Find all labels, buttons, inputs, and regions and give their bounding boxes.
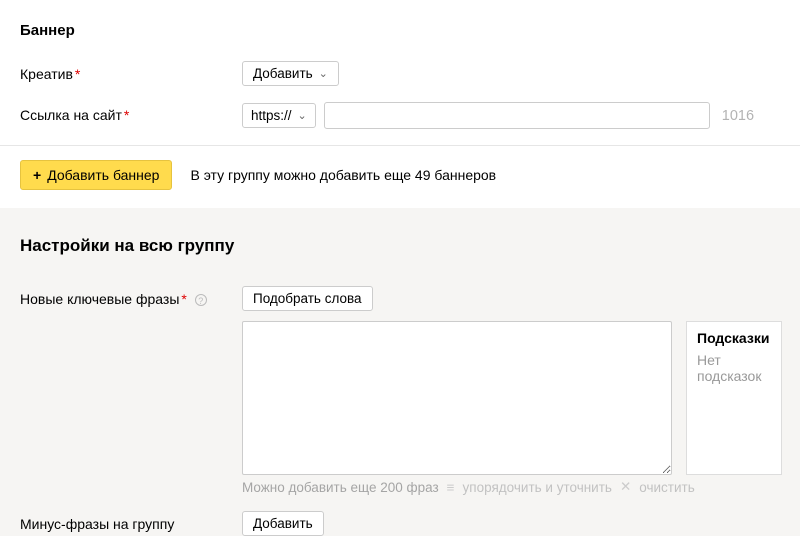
required-marker: * [75,66,80,82]
sort-refine-link[interactable]: упорядочить и уточнить [463,480,612,495]
keywords-label: Новые ключевые фразы* ? [20,286,242,307]
site-link-label: Ссылка на сайт* [20,102,242,123]
keywords-row: Новые ключевые фразы* ? Подобрать слова … [20,286,800,495]
hints-panel: Подсказки Нет подсказок [686,321,782,475]
help-icon[interactable]: ? [195,294,207,306]
add-banner-button-label: Добавить баннер [47,167,159,183]
hints-empty-text: Нет подсказок [697,352,771,384]
banner-heading: Баннер [20,22,800,39]
required-marker: * [124,107,129,123]
group-settings-heading: Настройки на всю группу [20,228,800,256]
site-link-label-text: Ссылка на сайт [20,107,122,123]
chevron-down-icon: ⌄ [298,109,307,122]
site-link-row: Ссылка на сайт* https:// ⌄ 1016 [20,102,800,129]
pick-words-button[interactable]: Подобрать слова [242,286,373,311]
creative-label-text: Креатив [20,66,73,82]
add-banner-button[interactable]: + Добавить баннер [20,160,172,190]
creative-add-button[interactable]: Добавить ⌄ [242,61,339,86]
clear-link[interactable]: очистить [639,480,694,495]
negative-add-button[interactable]: Добавить [242,511,324,536]
protocol-select[interactable]: https:// ⌄ [242,103,316,128]
creative-row: Креатив* Добавить ⌄ [20,61,800,86]
negative-phrases-row: Минус-фразы на группу Добавить [20,511,800,536]
creative-add-button-label: Добавить [253,66,313,81]
close-icon: ✕ [620,479,631,495]
keywords-label-text: Новые ключевые фразы [20,291,179,307]
chevron-down-icon: ⌄ [319,67,328,80]
required-marker: * [181,291,186,307]
add-banner-hint: В эту группу можно добавить еще 49 банне… [190,167,496,183]
plus-icon: + [33,167,41,183]
negative-add-button-label: Добавить [253,516,313,531]
negative-phrases-label: Минус-фразы на группу [20,511,242,532]
url-char-counter: 1016 [722,108,754,124]
divider [0,145,800,146]
keywords-textarea[interactable] [242,321,672,475]
creative-label: Креатив* [20,61,242,82]
protocol-value: https:// [251,108,292,123]
negative-phrases-label-text: Минус-фразы на группу [20,516,174,532]
keywords-remaining: Можно добавить еще 200 фраз [242,480,439,495]
site-url-input[interactable] [324,102,710,129]
hints-title: Подсказки [697,330,771,346]
sort-icon: ≡ [447,480,455,495]
pick-words-button-label: Подобрать слова [253,291,362,306]
